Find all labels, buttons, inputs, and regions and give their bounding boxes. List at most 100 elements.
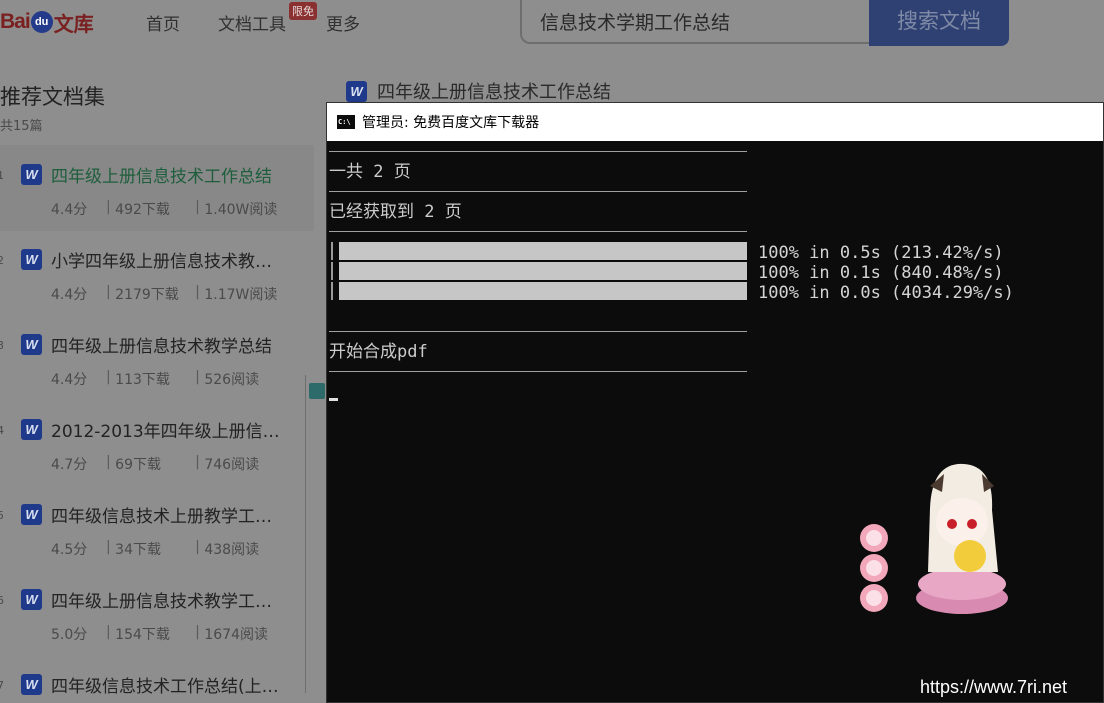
total-pages-line: 一共 2 页 xyxy=(329,162,411,182)
doc-title-link[interactable]: 四年级上册信息技术工作总结 xyxy=(51,162,285,187)
doc-meta: 4.5分 | 34下载 | 438阅读 xyxy=(51,539,260,558)
panel-title: 推荐文档集 xyxy=(0,85,105,109)
item-index: 3 xyxy=(0,339,4,352)
document-title: 四年级上册信息技术工作总结 xyxy=(377,82,611,103)
doc-score: 4.7分 xyxy=(51,457,88,473)
search-input-value: 信息技术学期工作总结 xyxy=(540,12,731,34)
progress-text-3: 100% in 0.0s (4034.29%/s) xyxy=(758,283,1014,303)
doc-downloads: 113下载 xyxy=(115,372,170,388)
panel-doc-count: 共15篇 xyxy=(0,119,43,134)
progress-text-1: 100% in 0.5s (213.42%/s) xyxy=(758,243,1004,263)
doc-list-item[interactable]: 3 W 四年级上册信息技术教学总结 4.4分 | 113下载 | 526阅读 xyxy=(0,315,314,401)
left-eye xyxy=(947,519,957,529)
doc-score: 4.4分 xyxy=(51,372,88,388)
item-index: 1 xyxy=(0,169,4,182)
text-cursor xyxy=(329,398,338,401)
progress-fill-1 xyxy=(339,242,747,260)
search-button[interactable]: 搜索文档 xyxy=(869,0,1009,46)
word-doc-icon: W xyxy=(21,504,42,525)
separator-line xyxy=(329,331,747,332)
anime-mascot-sticker xyxy=(860,463,1008,614)
free-badge: 限免 xyxy=(289,2,317,20)
doc-downloads: 154下载 xyxy=(115,627,170,643)
console-title: 管理员: 免费百度文库下载器 xyxy=(362,115,540,131)
separator-line xyxy=(329,231,747,232)
doc-meta: 5.0分 | 154下载 | 1674阅读 xyxy=(51,624,268,643)
logo-du-mark: du xyxy=(30,11,53,33)
doc-list-item[interactable]: 5 W 四年级信息技术上册教学工作总结 4.5分 | 34下载 | 438阅读 xyxy=(0,485,314,571)
item-index: 5 xyxy=(0,509,4,522)
cmd-icon: C:\ xyxy=(337,115,355,129)
tool-icon[interactable] xyxy=(309,383,325,399)
progress-fill-2 xyxy=(339,262,747,280)
doc-list-item[interactable]: 2 W 小学四年级上册信息技术教学工作总结 4.4分 | 2179下载 | 1.… xyxy=(0,230,314,316)
doc-score: 4.4分 xyxy=(51,287,88,303)
logo-wenku-text: 文库 xyxy=(53,11,94,36)
doc-reads: 438阅读 xyxy=(204,542,260,558)
word-doc-icon: W xyxy=(21,674,42,695)
doc-list-item[interactable]: 1 W 四年级上册信息技术工作总结 4.4分 | 492下载 | 1.40W阅读 xyxy=(0,145,314,231)
item-index: 4 xyxy=(0,424,4,437)
word-doc-icon: W xyxy=(346,80,367,102)
doc-score: 5.0分 xyxy=(51,627,88,643)
left-horn xyxy=(930,474,944,492)
word-doc-icon: W xyxy=(21,164,42,185)
doc-title-link[interactable]: 四年级上册信息技术教学工作总结 xyxy=(51,587,285,612)
face xyxy=(936,498,988,546)
word-doc-icon: W xyxy=(21,589,42,610)
nav-home-link[interactable]: 首页 xyxy=(146,10,180,35)
doc-list-item[interactable]: 7 W 四年级信息技术工作总结(上册) xyxy=(0,655,314,703)
baidu-wenku-logo[interactable]: Bai du 文库 xyxy=(0,6,94,38)
doc-meta: 4.4分 | 2179下载 | 1.17W阅读 xyxy=(51,284,278,303)
doc-downloads: 69下载 xyxy=(115,457,161,473)
yellow-plush xyxy=(954,540,986,572)
separator-line xyxy=(329,191,747,192)
nav-tools-link[interactable]: 文档工具 xyxy=(218,10,286,35)
document-heading: W 四年级上册信息技术工作总结 xyxy=(346,78,611,104)
word-doc-icon: W xyxy=(21,419,42,440)
doc-reads: 526阅读 xyxy=(204,372,260,388)
merging-line: 开始合成pdf xyxy=(329,342,428,362)
item-index: 2 xyxy=(0,254,4,267)
doc-title-link[interactable]: 小学四年级上册信息技术教学工作总结 xyxy=(51,247,285,272)
search-input[interactable]: 信息技术学期工作总结 xyxy=(520,0,872,44)
word-doc-icon: W xyxy=(21,334,42,355)
doc-reads: 1674阅读 xyxy=(204,627,268,643)
doc-list-item[interactable]: 6 W 四年级上册信息技术教学工作总结 5.0分 | 154下载 | 1674阅… xyxy=(0,570,314,656)
word-doc-icon: W xyxy=(21,249,42,270)
progress-fill-3 xyxy=(339,282,747,300)
doc-meta: 4.7分 | 69下载 | 746阅读 xyxy=(51,454,260,473)
doc-title-link[interactable]: 四年级上册信息技术教学总结 xyxy=(51,332,285,357)
item-index: 6 xyxy=(0,594,4,607)
doc-score: 4.4分 xyxy=(51,202,88,218)
doc-score: 4.5分 xyxy=(51,542,88,558)
fetched-pages-line: 已经获取到 2 页 xyxy=(329,202,462,222)
site-header: Bai du 文库 首页 文档工具 限免 更多 信息技术学期工作总结 搜索文档 xyxy=(0,0,1104,52)
right-eye xyxy=(967,519,977,529)
doc-reads: 746阅读 xyxy=(204,457,260,473)
doc-downloads: 2179下载 xyxy=(115,287,179,303)
doc-downloads: 492下载 xyxy=(115,202,170,218)
console-titlebar[interactable]: C:\ 管理员: 免费百度文库下载器 xyxy=(327,103,1103,141)
doc-meta: 4.4分 | 492下载 | 1.40W阅读 xyxy=(51,199,278,218)
nav-more-link[interactable]: 更多 xyxy=(326,10,360,35)
doc-downloads: 34下载 xyxy=(115,542,161,558)
recommended-docs-panel: 推荐文档集 共15篇 1 W 四年级上册信息技术工作总结 4.4分 | 492下… xyxy=(0,59,314,703)
doc-list-item[interactable]: 4 W 2012-2013年四年级上册信息技术工作总结 4.7分 | 69下载 … xyxy=(0,400,314,486)
logo-bai-text: Bai xyxy=(0,10,31,33)
progress-bar-1 xyxy=(331,242,747,260)
doc-title-link[interactable]: 四年级信息技术上册教学工作总结 xyxy=(51,502,285,527)
floating-side-toolbar xyxy=(305,375,328,693)
doc-reads: 1.17W阅读 xyxy=(204,287,278,303)
progress-bar-3 xyxy=(331,282,747,300)
progress-text-2: 100% in 0.1s (840.48%/s) xyxy=(758,263,1004,283)
doc-title-link[interactable]: 四年级信息技术工作总结(上册) xyxy=(51,672,285,697)
doc-reads: 1.40W阅读 xyxy=(204,202,278,218)
watermark-url: https://www.7ri.net xyxy=(920,677,1068,697)
doc-meta: 4.4分 | 113下载 | 526阅读 xyxy=(51,369,260,388)
doc-title-link[interactable]: 2012-2013年四年级上册信息技术工作总结 xyxy=(51,417,285,442)
progress-bar-2 xyxy=(331,262,747,280)
separator-line xyxy=(329,371,747,372)
right-horn xyxy=(982,474,994,492)
separator-line xyxy=(329,151,747,152)
